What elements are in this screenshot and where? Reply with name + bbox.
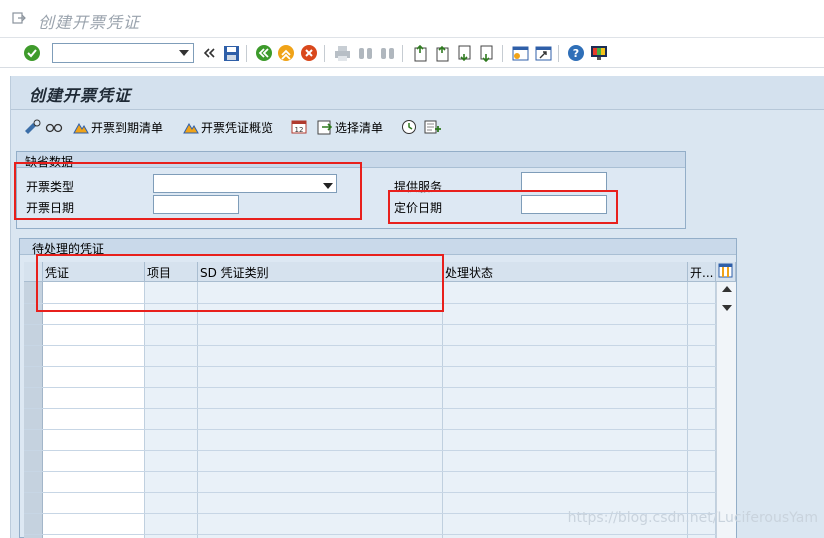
- table-row[interactable]: [24, 366, 716, 367]
- scroll-down-icon[interactable]: [722, 305, 732, 311]
- print-icon: [334, 45, 350, 61]
- next-page-icon: [458, 45, 470, 61]
- find-next-button[interactable]: [377, 43, 397, 63]
- billing-doc-overview-label: 开票凭证概览: [201, 120, 274, 135]
- document-column[interactable]: [43, 282, 145, 538]
- back-button[interactable]: [254, 43, 274, 63]
- shortcut-button[interactable]: [533, 43, 553, 63]
- table-row[interactable]: [24, 429, 716, 430]
- screen-area: 创建开票凭证 开票到期清单 开票凭证概览 12 选择清单 缺省数据 开票类型 开…: [10, 76, 824, 538]
- table-row[interactable]: [24, 534, 716, 535]
- binoculars-icon: [358, 47, 372, 59]
- save-icon: [223, 45, 239, 61]
- sd-doc-category-column[interactable]: [198, 282, 443, 538]
- first-page-button[interactable]: [410, 43, 430, 63]
- command-field[interactable]: [52, 43, 194, 63]
- application-toolbar: 开票到期清单 开票凭证概览 12 选择清单: [11, 110, 824, 144]
- screen-title-bar: 创建开票凭证: [11, 76, 824, 110]
- binoculars-plus-icon: [380, 47, 394, 59]
- table-row[interactable]: [24, 387, 716, 388]
- display-variant-button[interactable]: [23, 118, 43, 136]
- row-selector-column[interactable]: [24, 282, 43, 538]
- billing-doc-overview-button[interactable]: 开票凭证概览: [183, 118, 273, 136]
- new-session-button[interactable]: [510, 43, 530, 63]
- table-row[interactable]: [24, 324, 716, 325]
- title-bar: 创建开票凭证: [0, 0, 824, 38]
- previous-page-button[interactable]: [432, 43, 452, 63]
- scroll-up-icon[interactable]: [722, 286, 732, 292]
- menu-icon[interactable]: [12, 11, 26, 25]
- calendar-icon: 12: [291, 120, 307, 134]
- first-page-icon: [414, 44, 426, 61]
- check-icon: [24, 45, 40, 61]
- processing-status-column[interactable]: [443, 282, 688, 538]
- new-session-icon: [512, 46, 528, 60]
- highlight-box-pricing-date: [388, 190, 618, 224]
- exit-icon: [278, 45, 294, 61]
- table-row[interactable]: [24, 408, 716, 409]
- help-icon: ?: [568, 45, 584, 61]
- glasses-pencil-icon: [25, 119, 41, 134]
- display-button[interactable]: [45, 118, 65, 136]
- column-header-billing[interactable]: 开...: [688, 262, 716, 282]
- print-button[interactable]: [332, 43, 352, 63]
- customize-layout-button[interactable]: [589, 43, 609, 63]
- double-chevron-left-icon: [203, 48, 215, 58]
- pending-documents-title-bar: 待处理的凭证: [20, 239, 736, 256]
- selection-list-button[interactable]: 选择清单: [317, 118, 383, 136]
- help-button[interactable]: ?: [566, 43, 586, 63]
- next-page-button[interactable]: [454, 43, 474, 63]
- mountain-icon: [73, 123, 89, 134]
- svg-text:?: ?: [573, 47, 579, 60]
- back-icon: [256, 45, 272, 61]
- last-page-icon: [480, 45, 492, 62]
- service-field[interactable]: [521, 172, 607, 191]
- collapse-button[interactable]: [199, 43, 219, 63]
- column-settings-button[interactable]: [716, 262, 736, 282]
- clock-icon: [402, 120, 416, 134]
- table-row[interactable]: [24, 450, 716, 451]
- screen-title: 创建开票凭证: [29, 86, 132, 105]
- billing-due-list-button[interactable]: 开票到期清单: [73, 118, 163, 136]
- cancel-icon: [301, 45, 317, 61]
- table-row[interactable]: [24, 492, 716, 493]
- save-button[interactable]: [221, 43, 241, 63]
- enter-button[interactable]: [22, 43, 42, 63]
- monitor-icon: [591, 46, 607, 60]
- svg-text:12: 12: [295, 126, 304, 134]
- table-row[interactable]: [24, 471, 716, 472]
- highlight-box-table-header: [36, 254, 444, 312]
- export-list-icon: [317, 120, 333, 135]
- schedule-button[interactable]: [401, 118, 419, 136]
- shortcut-icon: [535, 46, 551, 60]
- billing-due-list-label: 开票到期清单: [91, 120, 164, 135]
- billing-column[interactable]: [688, 282, 716, 538]
- table-settings-icon: [718, 263, 733, 278]
- last-page-button[interactable]: [476, 43, 496, 63]
- vertical-scrollbar[interactable]: [716, 282, 736, 538]
- find-button[interactable]: [355, 43, 375, 63]
- item-column[interactable]: [145, 282, 198, 538]
- cancel-button[interactable]: [299, 43, 319, 63]
- previous-page-icon: [436, 45, 448, 61]
- glasses-icon: [45, 123, 63, 133]
- list-add-icon: [424, 120, 441, 134]
- standard-toolbar: ?: [0, 38, 824, 68]
- dropdown-arrow-icon[interactable]: [177, 46, 191, 60]
- exit-button[interactable]: [276, 43, 296, 63]
- selection-list-label: 选择清单: [335, 120, 384, 135]
- column-header-processing-status[interactable]: 处理状态: [443, 262, 688, 282]
- add-to-list-button[interactable]: [424, 118, 444, 136]
- watermark-text: https://blog.csdn.net/LuciferousYam: [567, 510, 818, 526]
- highlight-box-billing-fields: [14, 162, 362, 220]
- calendar-button[interactable]: 12: [291, 118, 309, 136]
- window-title: 创建开票凭证: [38, 13, 141, 32]
- mountain-icon: [183, 123, 199, 134]
- table-row[interactable]: [24, 345, 716, 346]
